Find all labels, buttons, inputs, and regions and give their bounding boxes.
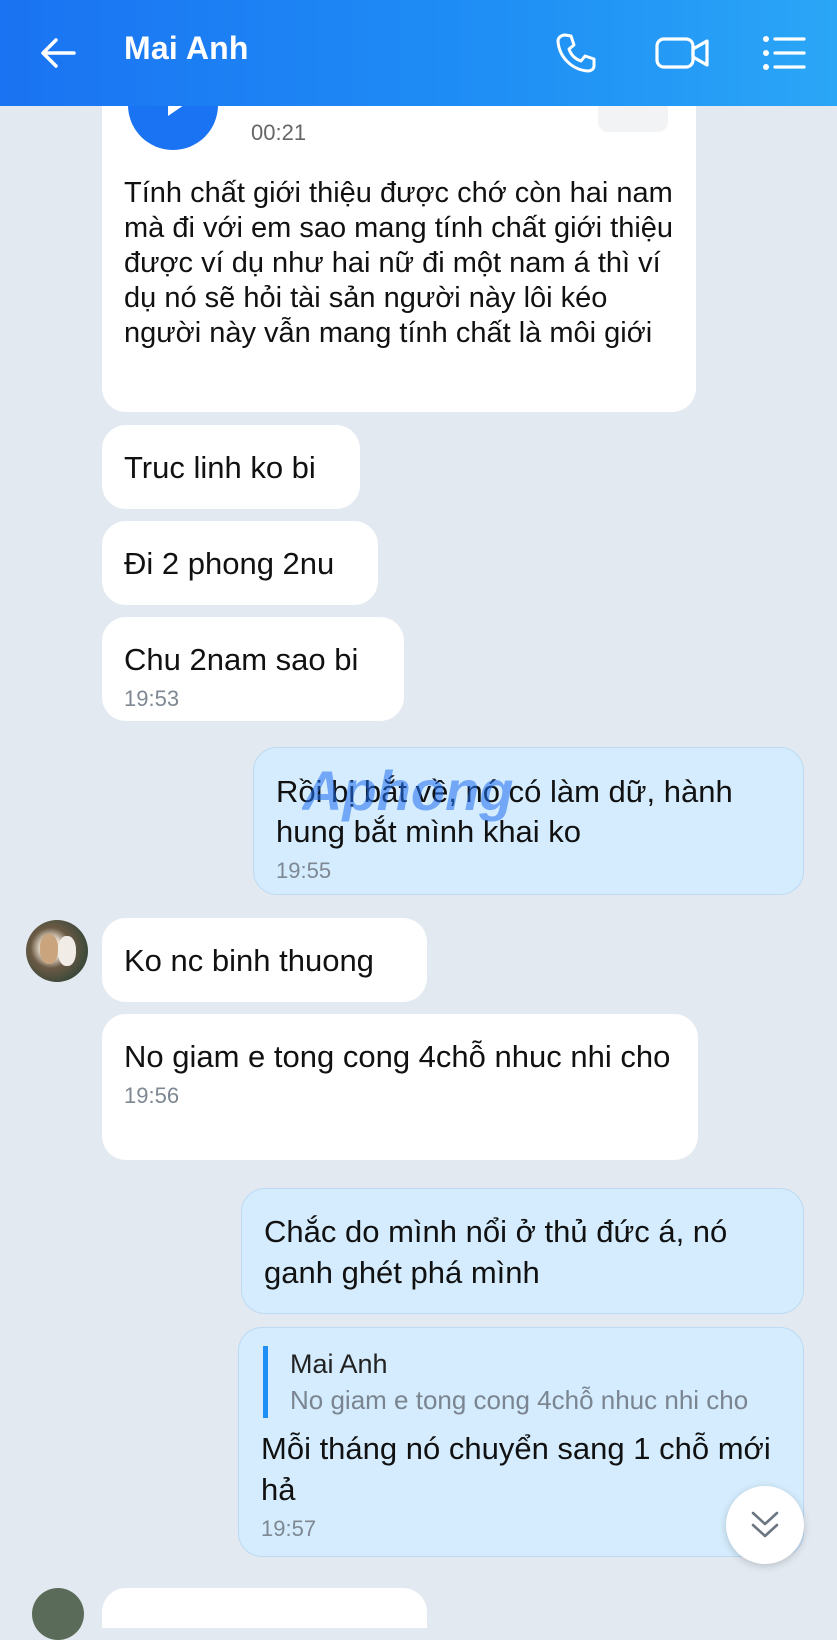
video-call-button[interactable]: [650, 0, 716, 106]
list-menu-icon: [763, 36, 806, 70]
scroll-to-bottom-button[interactable]: [726, 1486, 804, 1564]
message-text: Chắc do mình nổi ở thủ đức á, nó ganh gh…: [264, 1214, 728, 1290]
quoted-message[interactable]: Mai Anh No giam e tong cong 4chỗ nhuc nh…: [263, 1346, 781, 1418]
message-time: 19:56: [124, 1083, 180, 1108]
message-time: 19:53: [124, 686, 180, 711]
voice-transcript: Tính chất giới thiệu được chớ còn hai na…: [124, 177, 674, 349]
quoted-sender: Mai Anh: [290, 1349, 388, 1379]
message-text: Ko nc binh thuong: [124, 943, 374, 978]
message-bubble[interactable]: Truc linh ko bi: [102, 425, 360, 509]
options-button[interactable]: [756, 0, 812, 106]
contact-avatar[interactable]: [32, 1588, 84, 1640]
contact-name[interactable]: Mai Anh: [124, 30, 249, 67]
message-bubble[interactable]: Chu 2nam sao bi 19:53: [102, 617, 404, 721]
message-text: Mỗi tháng nó chuyển sang 1 chỗ mới hả: [261, 1431, 771, 1507]
voice-duration: 00:21: [251, 120, 307, 145]
message-bubble-outgoing[interactable]: Chắc do mình nổi ở thủ đức á, nó ganh gh…: [241, 1188, 804, 1314]
phone-icon: [556, 33, 596, 73]
back-button[interactable]: [28, 0, 88, 106]
message-bubble-outgoing[interactable]: Rồi bị bắt về, nó có làm dữ, hành hung b…: [253, 747, 804, 895]
call-button[interactable]: [548, 0, 604, 106]
double-chevron-down-icon: [751, 1511, 779, 1538]
message-bubble[interactable]: [102, 1588, 427, 1628]
contact-avatar[interactable]: [26, 920, 88, 982]
message-text: Đi 2 phong 2nu: [124, 546, 335, 581]
quoted-text: No giam e tong cong 4chỗ nhuc nhi cho: [290, 1385, 749, 1415]
message-text: Rồi bị bắt về, nó có làm dữ, hành hung b…: [276, 774, 733, 849]
message-bubble[interactable]: Đi 2 phong 2nu: [102, 521, 378, 605]
message-text: Truc linh ko bi: [124, 450, 316, 485]
message-time: 19:57: [261, 1516, 317, 1541]
message-bubble[interactable]: Ko nc binh thuong: [102, 918, 427, 1002]
chat-header: Mai Anh: [0, 0, 837, 106]
message-text: No giam e tong cong 4chỗ nhuc nhi cho: [124, 1039, 671, 1074]
message-bubble[interactable]: No giam e tong cong 4chỗ nhuc nhi cho 19…: [102, 1014, 698, 1160]
video-camera-icon: [655, 37, 709, 69]
message-time: 19:55: [276, 858, 332, 883]
reply-message-bubble[interactable]: Mai Anh No giam e tong cong 4chỗ nhuc nh…: [238, 1327, 804, 1557]
message-text: Chu 2nam sao bi: [124, 642, 359, 677]
arrow-left-icon: [41, 38, 76, 68]
